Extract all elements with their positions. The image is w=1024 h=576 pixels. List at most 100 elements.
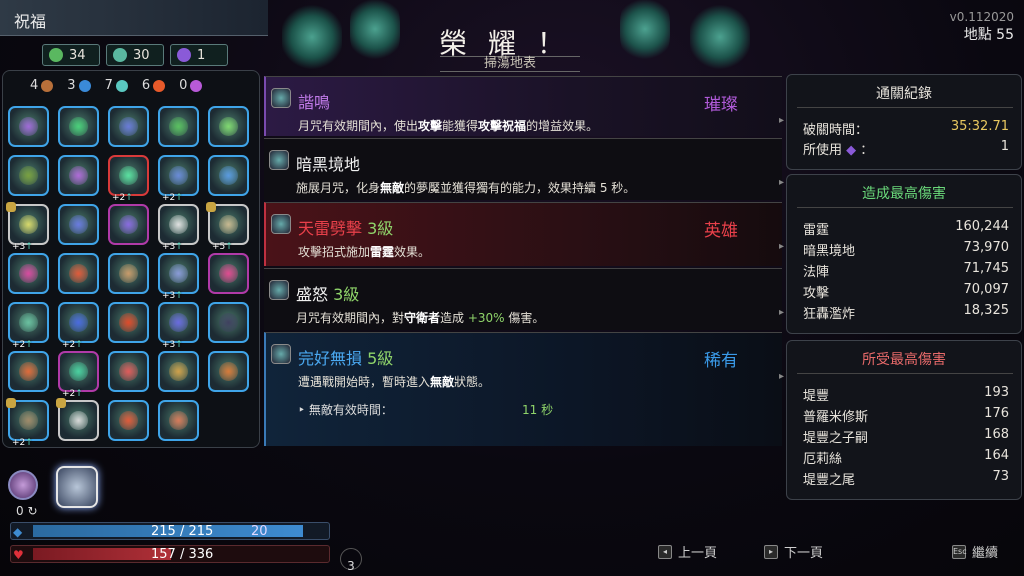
vine-ornament-right-2	[620, 0, 670, 64]
boon-row[interactable]: 諧鳴 璀璨 月咒有效期間內，使出攻擊能獲得攻擊祝福的增益效果。 ▸	[264, 76, 784, 136]
chevron-right-icon: ▸	[778, 371, 784, 382]
chevron-right-icon: ▸	[778, 115, 784, 126]
boon-icon	[19, 313, 38, 332]
boon-icon	[19, 166, 38, 185]
infusion-badge	[56, 398, 66, 408]
psyche-icon	[113, 48, 127, 62]
boon-name: 完好無損 5級	[298, 349, 394, 368]
boon-row[interactable]: 盛怒 3級 月咒有效期間內，對守衛者造成 +30% 傷害。 ▸	[264, 268, 784, 330]
stat-row: 堤豐之子嗣 168	[803, 427, 1009, 446]
earth-icon	[41, 79, 54, 92]
boon-slot[interactable]	[208, 106, 249, 147]
boon-slot[interactable]	[58, 106, 99, 147]
boon-sub-value: 11 秒	[522, 403, 554, 417]
boon-level-up: +2↑	[12, 438, 33, 448]
boon-slot[interactable]	[56, 398, 99, 441]
boon-level-up: +3↑	[162, 242, 183, 252]
boon-icon	[69, 117, 88, 136]
resource-value: 34	[69, 47, 86, 63]
divider	[797, 373, 1013, 374]
boon-slot[interactable]	[8, 106, 49, 147]
portrait-icon[interactable]	[8, 470, 38, 500]
boon-slot[interactable]	[58, 253, 99, 294]
keepsake-icon[interactable]	[56, 466, 98, 508]
boon-slot[interactable]: +2↑	[58, 302, 99, 350]
boon-slot[interactable]: +5↑	[206, 202, 249, 252]
boon-slot[interactable]: +2↑	[58, 351, 99, 399]
boon-icon	[119, 264, 138, 283]
resource-row: 34 30 1	[42, 44, 228, 66]
boon-icon	[271, 344, 291, 364]
boon-slot[interactable]	[208, 253, 249, 294]
resource-value: 30	[133, 47, 150, 63]
boon-slot[interactable]: +3↑	[6, 202, 49, 252]
stat-row: 堤豐 193	[803, 385, 1009, 404]
zero-counter: 0 ↻	[16, 504, 38, 518]
chevron-right-icon: ▸	[778, 307, 784, 318]
next-page-button[interactable]: ▸ 下一頁	[764, 542, 823, 561]
boon-icon	[119, 362, 138, 381]
boon-slot[interactable]	[108, 351, 149, 392]
boon-slot[interactable]	[8, 351, 49, 392]
boon-level-up: +2↑	[62, 389, 83, 399]
boon-slot[interactable]	[158, 351, 199, 392]
stat-row: 狂轟濫炸 18,325	[803, 303, 1009, 322]
boon-slot[interactable]	[208, 351, 249, 392]
boon-slot[interactable]	[58, 204, 99, 245]
element-counts: 43760	[30, 78, 203, 93]
boon-slot[interactable]: +2↑	[8, 302, 49, 350]
boon-level-up: +5↑	[212, 242, 233, 252]
stat-row: 普羅米修斯 176	[803, 406, 1009, 425]
chevron-right-icon: ▸	[778, 177, 784, 188]
boon-slot[interactable]: +3↑	[158, 204, 199, 252]
clear-record-title: 通關紀錄	[876, 86, 932, 102]
boon-icon	[169, 215, 188, 234]
chevron-right-icon: ▸	[778, 241, 784, 252]
boon-slot[interactable]	[158, 106, 199, 147]
boon-slot[interactable]	[108, 204, 149, 245]
chevron-left-icon: ◂	[658, 544, 672, 559]
boon-level-up: +2↑	[62, 340, 83, 350]
boon-level-up: +2↑	[112, 193, 133, 203]
boon-level-up: +3↑	[162, 291, 183, 301]
boon-slot[interactable]: +2↑	[6, 398, 49, 448]
boon-slot[interactable]: +3↑	[158, 253, 199, 301]
stat-row: 厄莉絲 164	[803, 448, 1009, 467]
boon-slot[interactable]	[108, 302, 149, 343]
element-count: 0	[179, 78, 203, 93]
clear-time-row: 破關時間： 35:32.71	[803, 119, 1009, 138]
boon-row[interactable]: 完好無損 5級 稀有 遭遇戰開始時，暫時進入無敵狀態。 ‣ 無敵有效時間： 11…	[264, 332, 784, 446]
boon-icon	[19, 215, 38, 234]
boon-slot[interactable]	[58, 155, 99, 196]
stat-row: 攻擊 70,097	[803, 282, 1009, 301]
boon-row[interactable]: 暗黑境地 施展月咒，化身無敵的夢魘並獲得獨有的能力，效果持續 5 秒。 ▸	[264, 138, 784, 200]
boon-slot[interactable]	[208, 155, 249, 196]
boon-slot[interactable]: +2↑	[158, 155, 199, 203]
boon-slot[interactable]	[8, 253, 49, 294]
boon-icon	[19, 411, 38, 430]
continue-button[interactable]: Esc 繼續	[952, 542, 998, 561]
boon-name: 暗黑境地	[296, 155, 361, 174]
air-icon	[115, 79, 128, 92]
boon-slot[interactable]	[158, 400, 199, 441]
boon-row[interactable]: 天雷劈擊 3級 英雄 攻擊招式施加雷霆效果。 ▸	[264, 202, 784, 266]
boon-slot[interactable]	[108, 106, 149, 147]
boon-slot[interactable]	[108, 253, 149, 294]
boon-icon	[69, 166, 88, 185]
infusion-badge	[6, 202, 16, 212]
boon-icon	[169, 264, 188, 283]
stat-row: 法陣 71,745	[803, 261, 1009, 280]
boon-slot[interactable]: +2↑	[108, 155, 149, 203]
stat-row: 堤豐之尾 73	[803, 469, 1009, 488]
boon-slot[interactable]: +3↑	[158, 302, 199, 350]
resource-ash: 1	[170, 44, 228, 66]
boon-slot[interactable]	[108, 400, 149, 441]
boon-slot[interactable]	[8, 155, 49, 196]
boon-icon	[19, 117, 38, 136]
boon-icon	[169, 362, 188, 381]
boon-slot[interactable]	[208, 302, 249, 343]
damage-dealt-title: 造成最高傷害	[862, 186, 946, 202]
boon-icon	[169, 411, 188, 430]
prev-page-button[interactable]: ◂ 上一頁	[658, 542, 717, 561]
boon-description: 施展月咒，化身無敵的夢魘並獲得獨有的能力，效果持續 5 秒。	[296, 181, 636, 195]
